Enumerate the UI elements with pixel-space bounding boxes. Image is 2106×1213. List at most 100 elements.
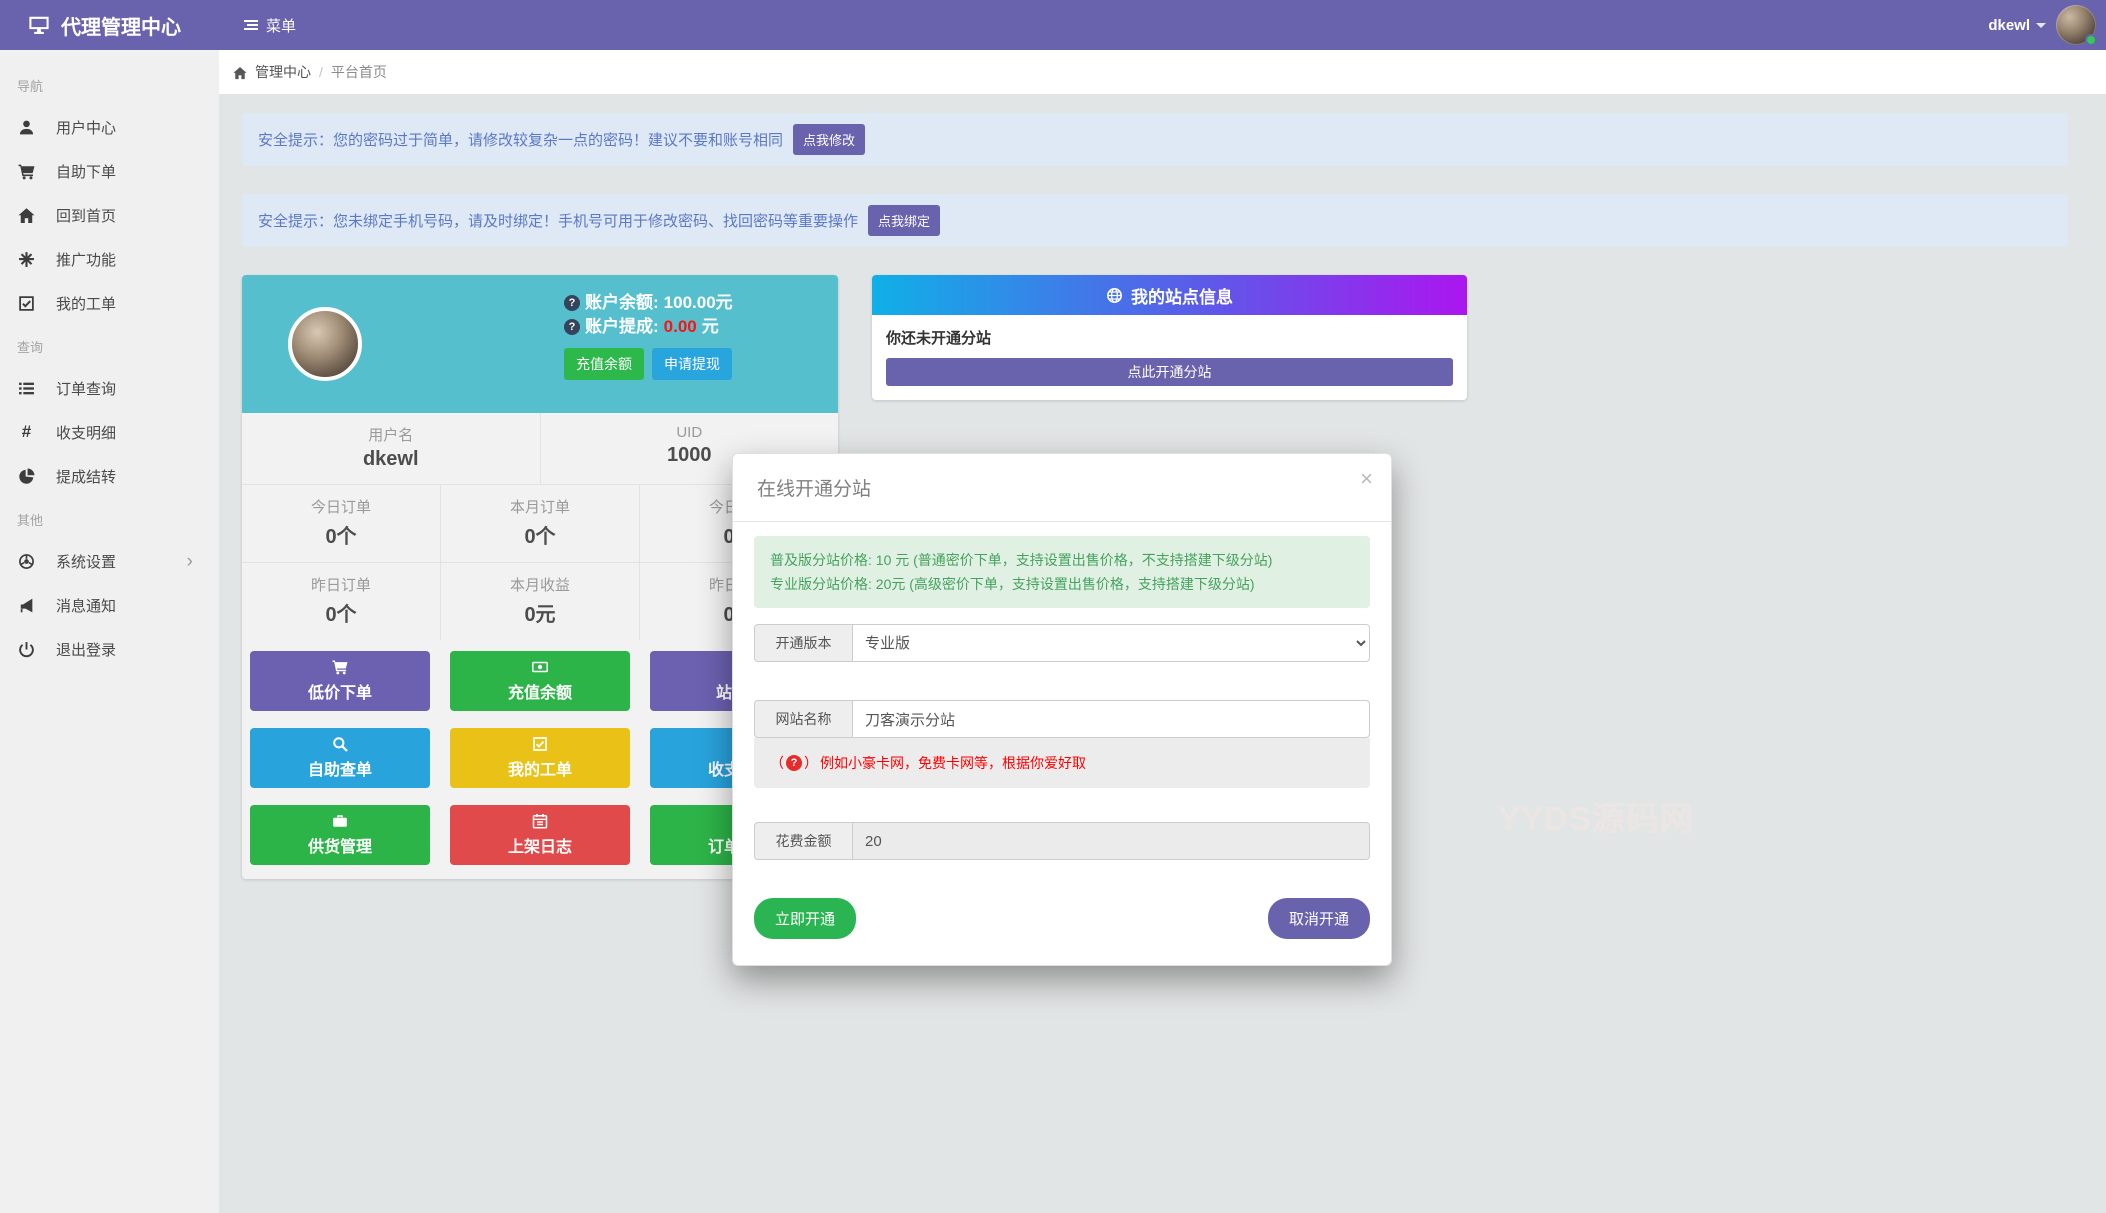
pricing-line-basic: 普及版分站价格: 10 元 (普通密价下单，支持设置出售价格，不支持搭建下级分站… [770, 548, 1354, 572]
wheel-icon [18, 553, 35, 570]
calendar-icon [532, 813, 548, 829]
commission-value: 0.00 [664, 315, 697, 339]
bind-phone-button[interactable]: 点我绑定 [868, 205, 940, 236]
globe-icon [1106, 287, 1123, 304]
sidebar-item-my-tickets[interactable]: 我的工单 [0, 281, 219, 325]
sitename-label: 网站名称 [754, 700, 852, 738]
power-icon [18, 641, 35, 658]
open-branch-modal: 在线开通分站 × 普及版分站价格: 10 元 (普通密价下单，支持设置出售价格，… [732, 453, 1392, 966]
bars-icon [243, 17, 259, 33]
password-alert-text: 安全提示：您的密码过于简单，请修改较复杂一点的密码！建议不要和账号相同 [258, 129, 783, 150]
phone-bind-alert: 安全提示：您未绑定手机号码，请及时绑定！手机号可用于修改密码、找回密码等重要操作… [242, 194, 2068, 247]
stat-month-income: 本月收益 0元 [440, 563, 639, 640]
menu-toggle[interactable]: 菜单 [243, 15, 296, 36]
asterisk-icon [18, 251, 35, 268]
breadcrumb-home[interactable] [233, 64, 247, 80]
breadcrumb-section[interactable]: 管理中心 [255, 62, 311, 82]
open-branch-button[interactable]: 点此开通分站 [886, 358, 1453, 386]
branch-status-text: 你还未开通分站 [886, 327, 1453, 348]
hashtag-icon: # [18, 422, 35, 442]
sidebar-item-system-settings[interactable]: 系统设置 › [0, 539, 219, 583]
account-hero: ? 账户余额: 100.00元 ? 账户提成: 0.00 元 充值余额 [242, 275, 838, 413]
caret-down-icon [2036, 23, 2046, 28]
desktop-icon [28, 14, 50, 36]
app-brand[interactable]: 代理管理中心 [0, 11, 185, 40]
cancel-open-button[interactable]: 取消开通 [1268, 898, 1370, 939]
bullhorn-icon [18, 597, 35, 614]
version-field: 开通版本 专业版 [754, 624, 1370, 662]
search-icon [332, 736, 348, 752]
balance-label: 账户余额: [585, 291, 659, 315]
commission-line: ? 账户提成: 0.00 元 [564, 315, 733, 339]
commission-label: 账户提成: [585, 315, 659, 339]
cart-icon [332, 659, 348, 675]
sidebar-item-notifications[interactable]: 消息通知 [0, 583, 219, 627]
sidebar-item-commission-transfer[interactable]: 提成结转 [0, 454, 219, 498]
home-icon [18, 207, 35, 224]
breadcrumb-separator: / [319, 64, 323, 80]
sitename-input[interactable] [852, 700, 1370, 738]
modal-title: 在线开通分站 [757, 479, 871, 500]
user-icon [18, 119, 35, 136]
stat-today-orders: 今日订单 0个 [242, 485, 440, 562]
sidebar-section-nav: 导航 [0, 64, 219, 105]
sitename-hint: （?） 例如小豪卡网，免费卡网等，根据你爱好取 [754, 738, 1370, 788]
avatar[interactable] [2056, 5, 2096, 45]
tile-supply-manage[interactable]: 供货管理 [250, 805, 430, 865]
balance-value: 100.00元 [664, 291, 733, 315]
sitename-field: 网站名称 [754, 700, 1370, 738]
list-icon [18, 380, 35, 397]
cost-input [852, 822, 1370, 860]
sidebar-item-promotion[interactable]: 推广功能 [0, 237, 219, 281]
cost-field: 花费金额 [754, 822, 1370, 860]
sidebar-item-self-order[interactable]: 自助下单 [0, 149, 219, 193]
app-title: 代理管理中心 [61, 11, 181, 40]
close-icon[interactable]: × [1360, 468, 1373, 490]
check-square-icon [18, 295, 35, 312]
tile-shelf-log[interactable]: 上架日志 [450, 805, 630, 865]
sidebar: 导航 用户中心 自助下单 回到首页 推广功能 我的工单 查询 订单查询 # 收支… [0, 50, 219, 1213]
sidebar-item-user-center[interactable]: 用户中心 [0, 105, 219, 149]
money-icon [532, 659, 548, 675]
stat-username: 用户名 dkewl [242, 413, 540, 484]
home-icon [233, 66, 247, 80]
balance-line: ? 账户余额: 100.00元 [564, 291, 733, 315]
recharge-button[interactable]: 充值余额 [564, 348, 644, 380]
change-password-button[interactable]: 点我修改 [793, 124, 865, 155]
user-menu[interactable]: dkewl [1988, 17, 2046, 34]
sidebar-item-home[interactable]: 回到首页 [0, 193, 219, 237]
account-avatar [288, 307, 362, 381]
phone-bind-alert-text: 安全提示：您未绑定手机号码，请及时绑定！手机号可用于修改密码、找回密码等重要操作 [258, 210, 858, 231]
pie-chart-icon [18, 468, 35, 485]
chevron-right-icon: › [187, 552, 193, 571]
tile-my-tickets[interactable]: 我的工单 [450, 728, 630, 788]
question-circle-icon[interactable]: ? [564, 295, 580, 311]
question-circle-icon: ? [786, 755, 802, 771]
tile-cheap-order[interactable]: 低价下单 [250, 651, 430, 711]
sidebar-item-logout[interactable]: 退出登录 [0, 627, 219, 671]
site-info-panel: 我的站点信息 你还未开通分站 点此开通分站 [872, 275, 1467, 400]
pricing-notice: 普及版分站价格: 10 元 (普通密价下单，支持设置出售价格，不支持搭建下级分站… [754, 536, 1370, 608]
sidebar-item-income-detail[interactable]: # 收支明细 [0, 410, 219, 454]
cart-icon [18, 163, 35, 180]
username: dkewl [1988, 17, 2030, 34]
menu-label: 菜单 [266, 15, 296, 36]
question-circle-icon[interactable]: ? [564, 319, 580, 335]
sidebar-section-query: 查询 [0, 325, 219, 366]
version-select[interactable]: 专业版 [852, 624, 1370, 662]
stat-month-orders: 本月订单 0个 [440, 485, 639, 562]
tile-self-query[interactable]: 自助查单 [250, 728, 430, 788]
sidebar-section-other: 其他 [0, 498, 219, 539]
top-navbar: 代理管理中心 菜单 dkewl [0, 0, 2106, 50]
confirm-open-button[interactable]: 立即开通 [754, 898, 856, 939]
tile-recharge[interactable]: 充值余额 [450, 651, 630, 711]
check-square-icon [532, 736, 548, 752]
withdraw-button[interactable]: 申请提现 [652, 348, 732, 380]
password-alert: 安全提示：您的密码过于简单，请修改较复杂一点的密码！建议不要和账号相同 点我修改 [242, 113, 2068, 166]
sidebar-item-order-query[interactable]: 订单查询 [0, 366, 219, 410]
breadcrumb-page: 平台首页 [331, 62, 387, 82]
commission-unit: 元 [702, 315, 719, 339]
breadcrumb: 管理中心 / 平台首页 [219, 50, 2106, 95]
briefcase-icon [332, 813, 348, 829]
pricing-line-pro: 专业版分站价格: 20元 (高级密价下单，支持设置出售价格，支持搭建下级分站) [770, 572, 1354, 596]
